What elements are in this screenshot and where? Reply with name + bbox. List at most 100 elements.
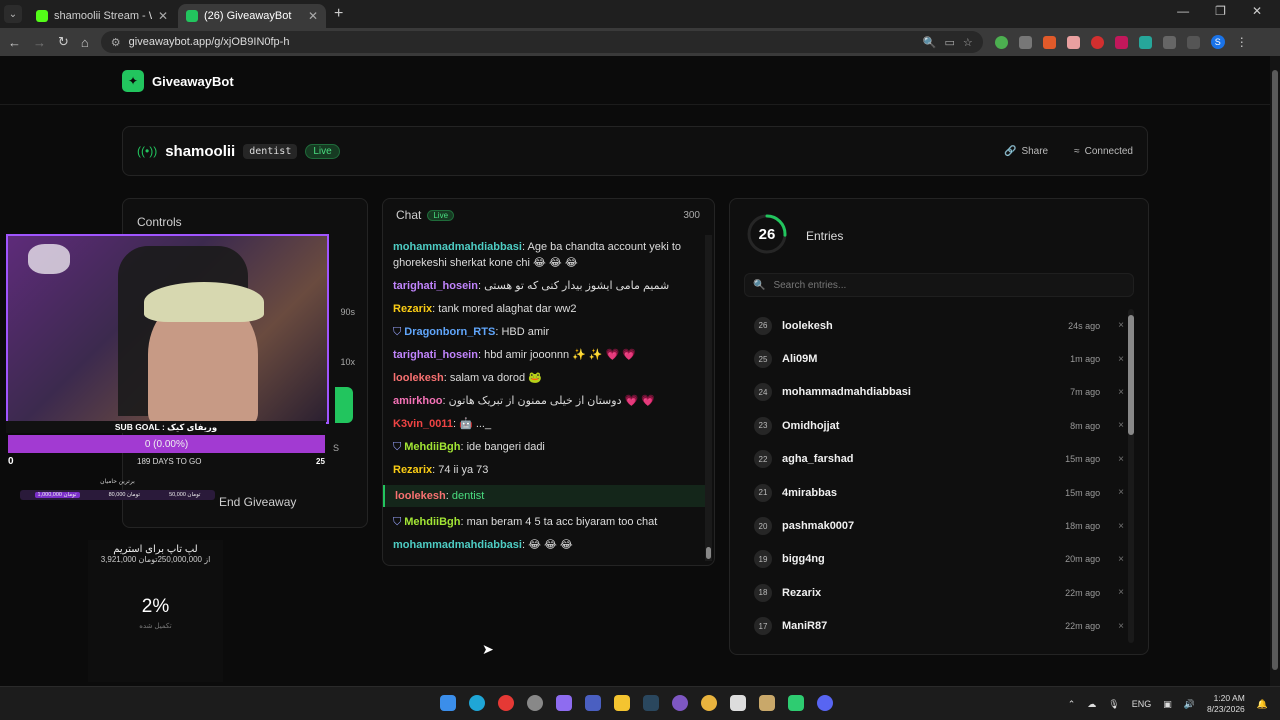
chat-username[interactable]: loolekesh bbox=[393, 372, 444, 384]
chevron-up-icon[interactable]: ⌃ bbox=[1068, 699, 1076, 710]
remove-entry-icon[interactable]: × bbox=[1118, 587, 1124, 598]
entry-username: Rezarix bbox=[782, 586, 822, 599]
remove-entry-icon[interactable]: × bbox=[1118, 320, 1124, 331]
app-icon[interactable] bbox=[585, 695, 601, 711]
extension-icon[interactable] bbox=[1042, 35, 1056, 49]
entry-number: 19 bbox=[754, 550, 772, 569]
entry-number: 23 bbox=[754, 416, 772, 435]
close-tab-icon[interactable]: ✕ bbox=[158, 9, 168, 23]
remove-entry-icon[interactable]: × bbox=[1118, 487, 1124, 498]
tab-kick-stream[interactable]: shamoolii Stream - Watch Live o ✕ bbox=[28, 4, 176, 28]
chat-username[interactable]: tarighati_hosein bbox=[393, 280, 478, 292]
sub-goal-label: SUB GOAL : وریفای کیک bbox=[6, 421, 326, 433]
app-icon[interactable] bbox=[759, 695, 775, 711]
share-button[interactable]: 🔗 Share bbox=[1004, 146, 1048, 157]
tab-giveawaybot[interactable]: (26) GiveawayBot ✕ bbox=[178, 4, 326, 28]
chat-scrollbar[interactable] bbox=[705, 235, 712, 561]
edge-icon[interactable] bbox=[469, 695, 485, 711]
volume-icon[interactable]: 🔊 bbox=[1184, 699, 1195, 710]
chat-username[interactable]: amirkhoo bbox=[393, 395, 443, 407]
chat-message: amirkhoo: دوستان از خیلی ممنون از تبریک … bbox=[393, 395, 655, 407]
chat-username[interactable]: MehdiiBgh bbox=[404, 441, 460, 453]
chat-username[interactable]: K3vin_0011 bbox=[393, 418, 453, 430]
entry-username: agha_farshad bbox=[782, 453, 854, 466]
remove-entry-icon[interactable]: × bbox=[1118, 554, 1124, 565]
extension-icon[interactable] bbox=[1066, 35, 1080, 49]
duration-value[interactable]: 90s bbox=[340, 307, 355, 317]
chat-panel: Chat Live 300 mohammadmahdiabbasi: Age b… bbox=[382, 198, 715, 566]
file-explorer-icon[interactable] bbox=[614, 695, 630, 711]
forward-icon[interactable]: → bbox=[33, 35, 46, 50]
menu-kebab-icon[interactable]: ⋮ bbox=[1236, 35, 1249, 49]
brand[interactable]: ✦ GiveawayBot bbox=[122, 70, 234, 92]
entries-scrollbar[interactable] bbox=[1128, 309, 1134, 643]
chat-messages[interactable]: mohammadmahdiabbasi: Age ba chandta acco… bbox=[383, 239, 705, 561]
puzzle-icon[interactable] bbox=[1162, 35, 1176, 49]
network-icon[interactable]: ▣ bbox=[1163, 699, 1172, 710]
close-tab-icon[interactable]: ✕ bbox=[308, 9, 318, 23]
remove-entry-icon[interactable]: × bbox=[1118, 354, 1124, 365]
tab-search-button[interactable]: ⌄ bbox=[4, 5, 22, 23]
reload-icon[interactable]: ↻ bbox=[58, 34, 69, 50]
discord-icon[interactable] bbox=[817, 695, 833, 711]
remove-entry-icon[interactable]: × bbox=[1118, 420, 1124, 431]
site-info-icon[interactable]: ⚙ bbox=[111, 36, 121, 49]
remove-entry-icon[interactable]: × bbox=[1118, 521, 1124, 532]
bookmark-star-icon[interactable]: ☆ bbox=[963, 36, 973, 49]
chrome-icon[interactable] bbox=[701, 695, 717, 711]
notification-icon[interactable]: 🔔 bbox=[1257, 699, 1268, 710]
entry-username: pashmak0007 bbox=[782, 520, 855, 533]
remove-entry-icon[interactable]: × bbox=[1118, 621, 1124, 632]
minimize-icon[interactable]: — bbox=[1177, 4, 1189, 18]
entry-row: 24 mohammadmahdiabbasi 7m ago × bbox=[744, 376, 1134, 409]
extension-icon[interactable] bbox=[1114, 35, 1128, 49]
chat-username[interactable]: mohammadmahdiabbasi bbox=[393, 539, 522, 551]
copilot-icon[interactable] bbox=[556, 695, 572, 711]
app-icon[interactable] bbox=[730, 695, 746, 711]
back-icon[interactable]: ← bbox=[8, 35, 21, 50]
extension-icon[interactable] bbox=[1138, 35, 1152, 49]
entry-list[interactable]: 26 loolekesh 24s ago × 25 Ali09M 1m ago × 24 moha… bbox=[744, 309, 1134, 649]
app-icon[interactable] bbox=[672, 695, 688, 711]
app-icon[interactable] bbox=[527, 695, 543, 711]
home-icon[interactable]: ⌂ bbox=[81, 35, 89, 50]
address-bar[interactable]: ⚙ giveawaybot.app/g/xjOB9IN0fp-h 🔍 ▭ ☆ bbox=[100, 31, 983, 53]
page-scrollbar[interactable] bbox=[1270, 56, 1280, 686]
chat-username[interactable]: Rezarix bbox=[393, 303, 432, 315]
chat-username[interactable]: loolekesh bbox=[395, 490, 446, 502]
lamp-shape bbox=[28, 244, 70, 274]
chat-text: hbd amir jooonnn ✨ ✨ 💗 💗 bbox=[484, 349, 637, 361]
steam-icon[interactable] bbox=[643, 695, 659, 711]
extension-icon[interactable] bbox=[994, 35, 1008, 49]
maximize-icon[interactable]: ❐ bbox=[1215, 4, 1226, 18]
chat-username[interactable]: mohammadmahdiabbasi bbox=[393, 241, 522, 253]
new-tab-button[interactable]: + bbox=[334, 5, 343, 23]
app-icon[interactable] bbox=[788, 695, 804, 711]
entry-row: 19 bigg4ng 20m ago × bbox=[744, 543, 1134, 576]
mic-icon[interactable]: 🎙 bbox=[1108, 699, 1119, 710]
search-input[interactable] bbox=[773, 279, 1125, 291]
start-giveaway-button[interactable] bbox=[335, 387, 353, 423]
chat-username[interactable]: Dragonborn_RTS bbox=[404, 326, 495, 338]
close-window-icon[interactable]: ✕ bbox=[1252, 4, 1262, 18]
reading-list-icon[interactable] bbox=[1186, 35, 1200, 49]
chat-username[interactable]: MehdiiBgh bbox=[404, 516, 460, 528]
extension-icon[interactable] bbox=[1090, 35, 1104, 49]
chat-message: Rezarix: tank mored alaghat dar ww2 bbox=[393, 303, 577, 315]
kick-favicon-icon bbox=[36, 10, 48, 22]
chat-username[interactable]: Rezarix bbox=[393, 464, 432, 476]
clock[interactable]: 1:20 AM 8/23/2026 bbox=[1207, 693, 1245, 715]
chat-username[interactable]: tarighati_hosein bbox=[393, 349, 478, 361]
zoom-icon[interactable]: 🔍 bbox=[923, 36, 937, 49]
language-indicator[interactable]: ENG bbox=[1132, 699, 1152, 709]
remove-entry-icon[interactable]: × bbox=[1118, 387, 1124, 398]
multiplier-value[interactable]: 10x bbox=[340, 357, 355, 367]
profile-avatar[interactable]: S bbox=[1210, 35, 1225, 49]
cloud-icon[interactable]: ☁ bbox=[1087, 699, 1096, 710]
cast-icon[interactable]: ▭ bbox=[944, 36, 954, 49]
app-icon[interactable] bbox=[498, 695, 514, 711]
windows-start-icon[interactable] bbox=[440, 695, 456, 711]
extension-icon[interactable] bbox=[1018, 35, 1032, 49]
remove-entry-icon[interactable]: × bbox=[1118, 454, 1124, 465]
end-giveaway-button[interactable]: End Giveaway bbox=[219, 495, 296, 509]
